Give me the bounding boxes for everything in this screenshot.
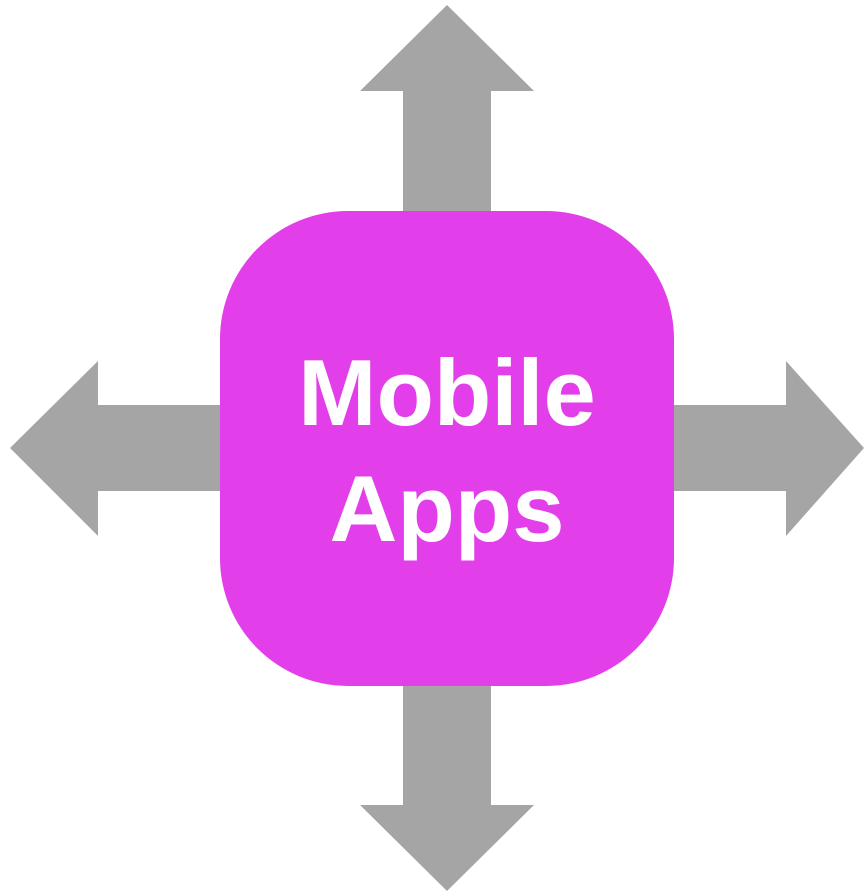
arrow-down-icon [360,674,534,891]
diagram-canvas: Mobile Apps [10,5,864,891]
center-box [220,211,674,686]
arrow-up-icon [360,5,534,224]
arrow-left-icon [10,361,232,536]
center-label-line1: Mobile [298,340,596,445]
center-label-line2: Apps [330,456,565,561]
arrow-right-icon [653,361,864,536]
